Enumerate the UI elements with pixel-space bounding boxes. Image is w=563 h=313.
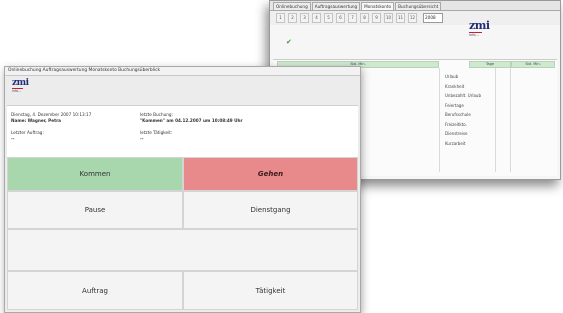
grid-header-tage: Tage — [469, 61, 511, 68]
gehen-button[interactable]: Gehen — [183, 157, 358, 191]
list-item: Berufsschule — [445, 112, 471, 117]
list-item: Urlaub — [445, 74, 459, 79]
letzte-buchung-value: "Kommen" am 04.12.2007 um 10:08:49 Uhr — [140, 117, 243, 123]
booking-info-panel: Dienstag, 4. Dezember 2007 10:13:17 Name… — [7, 105, 358, 165]
month-selector: 1 2 3 4 5 6 7 8 9 10 11 12 2008 — [270, 11, 560, 25]
month-button[interactable]: 9 — [372, 13, 381, 23]
list-item: Dienstreise — [445, 131, 468, 136]
month-button[interactable]: 8 — [360, 13, 369, 23]
taetigkeit-button[interactable]: Tätigkeit — [183, 271, 358, 310]
name-label: Name: — [11, 117, 27, 123]
right-list: Urlaub Krankheit Unbezahlt. Urlaub Feier… — [445, 72, 481, 148]
list-item: Unbezahlt. Urlaub — [445, 93, 481, 98]
dienstgang-button[interactable]: Dienstgang — [183, 191, 358, 229]
auftrag-button[interactable]: Auftrag — [7, 271, 183, 310]
month-button[interactable]: 10 — [384, 13, 393, 23]
grid-divider — [510, 68, 511, 172]
list-item: Krankheit — [445, 83, 465, 89]
month-button[interactable]: 6 — [336, 13, 345, 23]
letzte-taetigkeit-value: -- — [140, 135, 144, 141]
name-value: Wagner, Petra — [27, 117, 61, 123]
month-button[interactable]: 11 — [396, 13, 405, 23]
empty-button-row — [7, 229, 358, 271]
list-item: Freizeitkto. — [445, 121, 467, 127]
month-button[interactable]: 3 — [300, 13, 309, 23]
grid-divider — [495, 68, 496, 172]
month-button[interactable]: 4 — [312, 13, 321, 23]
tab-monatskonto[interactable]: Monatskonto — [361, 2, 395, 10]
zmi-logo: zmi info... — [12, 79, 29, 93]
logo-subtext: info... — [469, 33, 479, 37]
year-spinner[interactable]: 2008 — [423, 13, 443, 23]
letzter-auftrag-info: Letzter Auftrag: -- — [11, 130, 44, 141]
grid-divider — [439, 68, 440, 172]
kommen-button[interactable]: Kommen — [7, 157, 183, 191]
window-title: Onlinebuchung Auftragsauswertung Monatsk… — [5, 67, 360, 76]
month-button[interactable]: 12 — [408, 13, 417, 23]
logo-text: zmi — [12, 78, 29, 88]
letzte-taetigkeit-info: letzte Tätigkeit: -- — [140, 130, 172, 141]
letzte-buchung-info: letzte Buchung: "Kommen" am 04.12.2007 u… — [140, 112, 243, 123]
name-row: Name: Wagner, Petra — [11, 118, 91, 124]
letzte-taetigkeit-label: letzte Tätigkeit: — [140, 130, 173, 135]
month-button[interactable]: 2 — [288, 13, 297, 23]
grid-header-stdmin: Std. Min. — [511, 61, 555, 68]
tab-onlinebuchung[interactable]: Onlinebuchung — [273, 2, 311, 10]
letzter-auftrag-label: Letzter Auftrag: — [11, 130, 44, 135]
list-item: Feiertage — [445, 102, 464, 108]
letzter-auftrag-value: -- — [11, 135, 15, 141]
refresh-icon[interactable]: ✔ — [286, 39, 292, 46]
month-button[interactable]: 5 — [324, 13, 333, 23]
tab-bar: Onlinebuchung Auftragsauswertung Monatsk… — [270, 1, 560, 11]
pause-button[interactable]: Pause — [7, 191, 183, 229]
date-info: Dienstag, 4. Dezember 2007 10:13:17 Name… — [11, 112, 91, 123]
logo-text: zmi — [469, 19, 490, 32]
tab-auftragsauswertung[interactable]: Auftragsauswertung — [311, 2, 361, 10]
month-button[interactable]: 7 — [348, 13, 357, 23]
onlinebuchung-window: Onlinebuchung Auftragsauswertung Monatsk… — [4, 66, 361, 313]
tab-buchungsuebersicht[interactable]: Buchungsübersicht — [395, 2, 442, 10]
logo-subtext: info... — [12, 89, 21, 93]
zmi-logo: zmi info... — [469, 19, 491, 37]
list-item: Kurzarbeit — [445, 140, 466, 146]
month-button[interactable]: 1 — [276, 13, 285, 23]
